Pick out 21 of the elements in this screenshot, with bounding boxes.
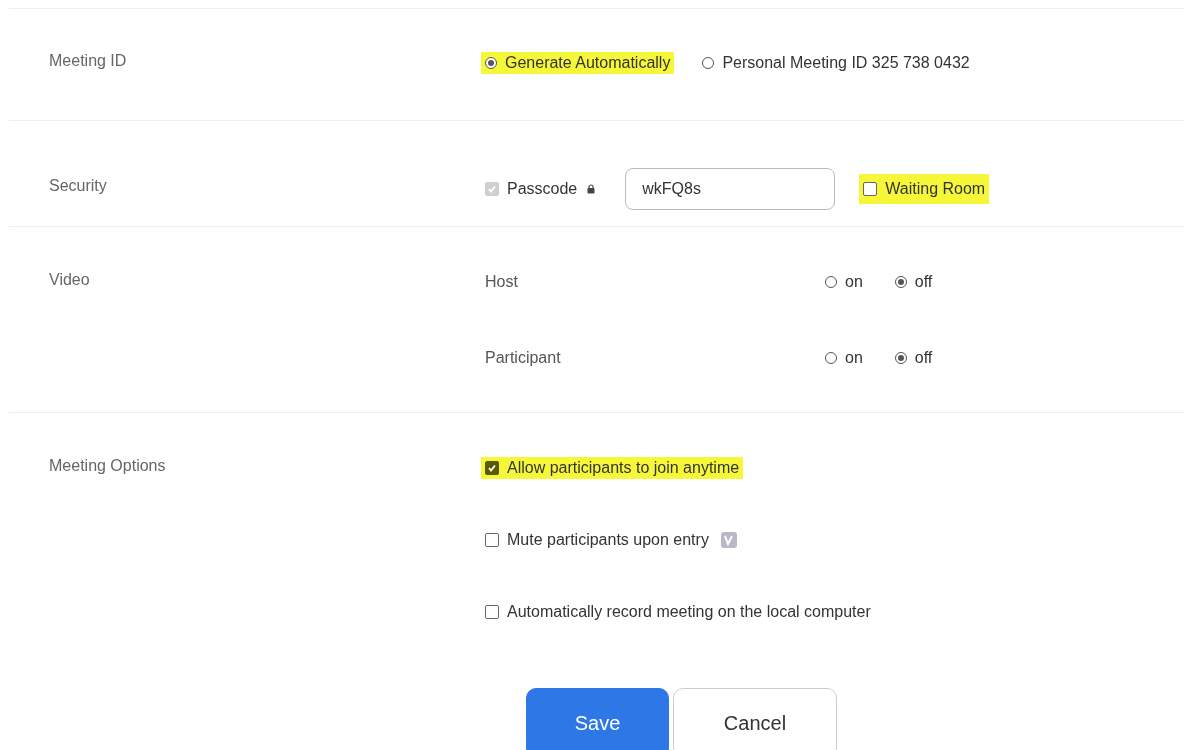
radio-option[interactable]: on <box>821 271 867 293</box>
radio-option[interactable]: Personal Meeting ID 325 738 0432 <box>698 52 974 74</box>
section-label: Security <box>48 176 108 195</box>
section-label: Meeting ID <box>48 52 128 70</box>
video-row-label: Host <box>485 273 519 291</box>
option-checkbox[interactable]: Automatically record meeting on the local computer <box>481 601 875 623</box>
checkmark-icon <box>487 463 497 473</box>
radio-option[interactable]: on <box>821 347 867 369</box>
lock-icon <box>587 184 596 194</box>
video-row-label: Participant <box>485 349 562 367</box>
section-label: Meeting Options <box>48 457 167 475</box>
save-button[interactable]: Save <box>526 688 669 750</box>
section-label: Video <box>48 271 91 289</box>
option-checkbox[interactable]: Allow participants to join anytime <box>481 457 744 479</box>
radio-option[interactable]: off <box>890 271 937 293</box>
cancel-button[interactable]: Cancel <box>673 688 837 750</box>
radio-option[interactable]: Generate Automatically <box>481 52 675 74</box>
checkmark-icon <box>487 184 497 194</box>
waiting-room-checkbox[interactable]: Waiting Room <box>859 174 990 204</box>
option-checkbox[interactable]: Mute participants upon entry <box>481 529 713 551</box>
radio-option[interactable]: off <box>890 347 937 369</box>
